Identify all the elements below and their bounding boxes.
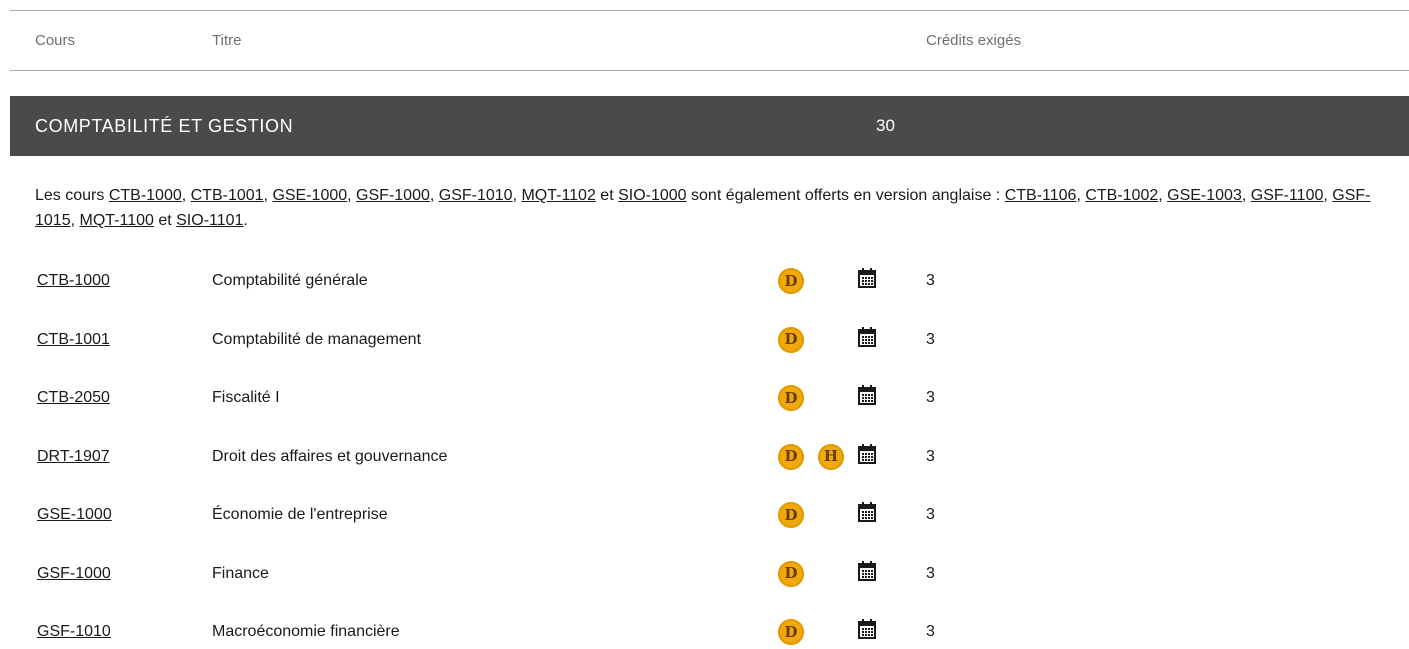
note-course-link[interactable]: GSE-1003 — [1167, 187, 1242, 204]
distance-mode-badge: D — [778, 443, 804, 470]
note-text: , — [1076, 187, 1086, 204]
section-title: COMPTABILITÉ ET GESTION — [35, 116, 294, 136]
note-course-link[interactable]: CTB-1106 — [1005, 187, 1077, 204]
mode-badge-letter: D — [784, 505, 798, 524]
course-code-link[interactable]: GSF-1000 — [37, 565, 111, 583]
col-header-title: Titre — [212, 32, 242, 49]
note-text: , — [1241, 187, 1251, 204]
mode-badge-letter: D — [784, 330, 798, 348]
note-course-link[interactable]: SIO-1000 — [618, 187, 686, 204]
course-row: CTB-1001 Comptabilité de management D 3 — [0, 326, 1409, 357]
course-code-link[interactable]: GSE-1000 — [37, 506, 112, 524]
note-text: . — [243, 212, 248, 229]
note-text: , — [347, 187, 357, 204]
mode-badge-letter: D — [784, 388, 798, 407]
note-text: et — [153, 212, 177, 229]
course-code-link[interactable]: CTB-1000 — [37, 272, 110, 290]
calendar-icon[interactable] — [858, 268, 876, 288]
course-row: GSE-1000 Économie de l'entreprise D 3 — [0, 502, 1409, 532]
distance-mode-badge: D — [778, 619, 804, 645]
course-credits: 3 — [926, 506, 935, 523]
course-credits: 3 — [926, 564, 935, 582]
note-course-link[interactable]: CTB-1002 — [1085, 187, 1158, 204]
calendar-icon[interactable] — [858, 326, 876, 347]
mode-badge-letter: D — [784, 564, 798, 582]
course-credits: 3 — [926, 330, 935, 348]
mode-badge-letter: D — [784, 447, 798, 465]
course-title: Macroéconomie financière — [212, 623, 400, 640]
course-title: Fiscalité I — [212, 389, 280, 406]
note-course-link[interactable]: GSE-1000 — [272, 187, 347, 204]
mode-badge-letter: H — [823, 447, 839, 465]
note-course-link[interactable]: CTB-1000 — [109, 187, 182, 204]
course-row: CTB-2050 Fiscalité I D 3 — [0, 385, 1409, 415]
distance-mode-badge: D — [778, 502, 804, 528]
note-course-link[interactable]: MQT-1100 — [79, 212, 153, 229]
course-credits: 3 — [926, 389, 935, 406]
mode-badge-letter: D — [784, 622, 798, 641]
note-text: , — [1158, 187, 1168, 204]
course-row: GSF-1000 Finance D 3 — [0, 560, 1409, 591]
calendar-icon[interactable] — [858, 560, 876, 581]
course-code-link[interactable]: DRT-1907 — [37, 448, 110, 466]
course-code-link[interactable]: GSF-1010 — [37, 623, 111, 641]
note-text: , — [181, 187, 191, 204]
section-credits: 30 — [876, 116, 895, 135]
course-title: Économie de l'entreprise — [212, 506, 388, 523]
note-text: Les cours — [35, 187, 109, 204]
course-credits: 3 — [926, 272, 935, 289]
course-title: Comptabilité de management — [212, 330, 422, 348]
english-version-note: Les cours CTB-1000, CTB-1001, GSE-1000, … — [35, 183, 1375, 233]
course-code-link[interactable]: CTB-1001 — [37, 331, 110, 349]
note-course-link[interactable]: GSF-1000 — [356, 187, 430, 204]
course-row: DRT-1907 Droit des affaires et gouvernanc… — [0, 443, 1409, 474]
distance-mode-badge: D — [778, 268, 804, 294]
header-bottom-rule — [10, 70, 1409, 71]
section-header: COMPTABILITÉ ET GESTION 30 — [10, 96, 1409, 156]
hybrid-mode-badge: H — [818, 443, 844, 470]
mode-badge-letter: D — [784, 271, 798, 290]
note-text: , — [1323, 187, 1333, 204]
col-header-credits: Crédits exigés — [926, 32, 1022, 49]
course-title: Comptabilité générale — [212, 272, 368, 289]
course-credits: 3 — [926, 623, 935, 640]
course-credits: 3 — [926, 447, 935, 465]
course-row: CTB-1000 Comptabilité générale D 3 — [0, 268, 1409, 298]
distance-mode-badge: D — [778, 385, 804, 411]
calendar-icon[interactable] — [858, 502, 876, 522]
header-top-rule — [10, 10, 1409, 11]
calendar-icon[interactable] — [858, 443, 876, 464]
note-text: et — [595, 187, 619, 204]
note-course-link[interactable]: GSF-1100 — [1251, 187, 1324, 204]
distance-mode-badge: D — [778, 560, 804, 587]
col-header-course: Cours — [35, 32, 76, 49]
note-course-link[interactable]: MQT-1102 — [521, 187, 595, 204]
note-course-link[interactable]: CTB-1001 — [191, 187, 264, 204]
course-code-link[interactable]: CTB-2050 — [37, 389, 110, 407]
distance-mode-badge: D — [778, 326, 804, 353]
calendar-icon[interactable] — [858, 619, 876, 639]
course-title: Droit des affaires et gouvernance — [212, 447, 448, 465]
note-course-link[interactable]: GSF-1010 — [439, 187, 513, 204]
note-course-link[interactable]: SIO-1101 — [176, 212, 243, 229]
course-title: Finance — [212, 564, 269, 582]
calendar-icon[interactable] — [858, 385, 876, 405]
note-text: sont également offerts en version anglai… — [686, 187, 1005, 204]
note-text: , — [429, 187, 439, 204]
